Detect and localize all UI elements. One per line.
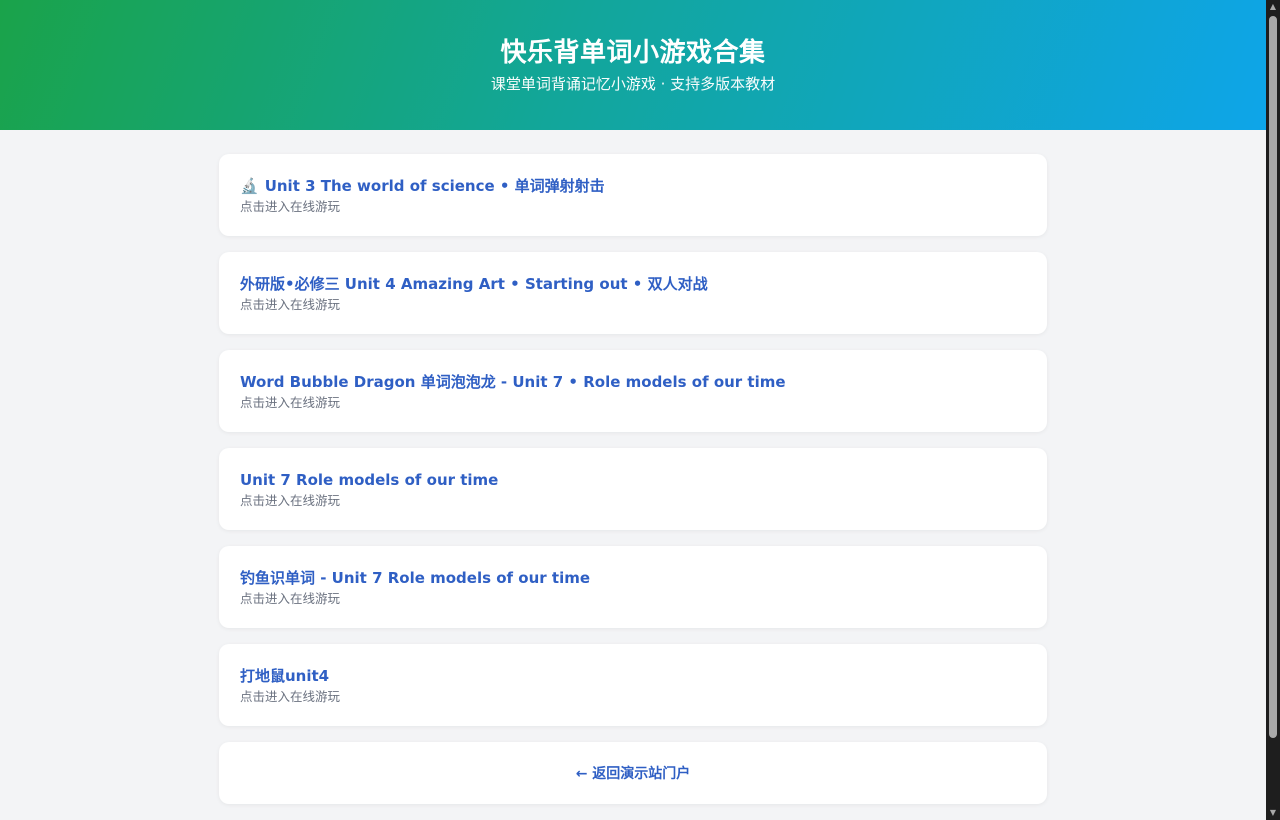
game-card-fishing-words[interactable]: 钓鱼识单词 - Unit 7 Role models of our time 点…: [219, 546, 1047, 628]
game-card-subtitle: 点击进入在线游玩: [240, 493, 341, 508]
game-card-subtitle: 点击进入在线游玩: [240, 689, 341, 704]
game-card-subtitle: 点击进入在线游玩: [240, 297, 341, 312]
game-card-amazing-art-duel[interactable]: 外研版•必修三 Unit 4 Amazing Art • Starting ou…: [219, 252, 1047, 334]
vertical-scrollbar[interactable]: ▲ ▼: [1266, 0, 1280, 820]
game-card-title: 🔬 Unit 3 The world of science • 单词弹射射击: [240, 176, 1026, 196]
game-card-bubble-dragon[interactable]: Word Bubble Dragon 单词泡泡龙 - Unit 7 • Role…: [219, 350, 1047, 432]
scrollbar-thumb[interactable]: [1269, 16, 1277, 738]
back-to-portal-button[interactable]: ← 返回演示站门户: [219, 742, 1047, 804]
scroll-up-arrow-icon[interactable]: ▲: [1269, 2, 1277, 12]
page: 快乐背单词小游戏合集 课堂单词背诵记忆小游戏 · 支持多版本教材 🔬 Unit 3…: [0, 0, 1266, 820]
game-card-subtitle: 点击进入在线游玩: [240, 591, 341, 606]
game-list: 🔬 Unit 3 The world of science • 单词弹射射击 点击…: [219, 154, 1047, 804]
game-card-title: 外研版•必修三 Unit 4 Amazing Art • Starting ou…: [240, 275, 708, 293]
page-subtitle: 课堂单词背诵记忆小游戏 · 支持多版本教材: [490, 75, 776, 93]
microscope-icon: 🔬: [240, 177, 259, 195]
hero-header: 快乐背单词小游戏合集 课堂单词背诵记忆小游戏 · 支持多版本教材: [0, 0, 1266, 130]
game-card-whack-a-mole[interactable]: 打地鼠unit4 点击进入在线游玩: [219, 644, 1047, 726]
game-card-title: 打地鼠unit4: [240, 667, 330, 685]
back-to-portal-label: ← 返回演示站门户: [575, 766, 691, 782]
game-card-title: Unit 7 Role models of our time: [240, 471, 499, 489]
game-card-title-text: Unit 3 The world of science • 单词弹射射击: [264, 177, 605, 195]
game-card-science-shooter[interactable]: 🔬 Unit 3 The world of science • 单词弹射射击 点击…: [219, 154, 1047, 236]
game-card-subtitle: 点击进入在线游玩: [240, 395, 341, 410]
game-card-role-models[interactable]: Unit 7 Role models of our time 点击进入在线游玩: [219, 448, 1047, 530]
scroll-down-arrow-icon[interactable]: ▼: [1269, 808, 1277, 818]
game-card-title: 钓鱼识单词 - Unit 7 Role models of our time: [240, 569, 591, 587]
game-card-subtitle: 点击进入在线游玩: [240, 199, 341, 214]
page-title: 快乐背单词小游戏合集: [500, 38, 766, 68]
game-card-title: Word Bubble Dragon 单词泡泡龙 - Unit 7 • Role…: [240, 373, 786, 391]
